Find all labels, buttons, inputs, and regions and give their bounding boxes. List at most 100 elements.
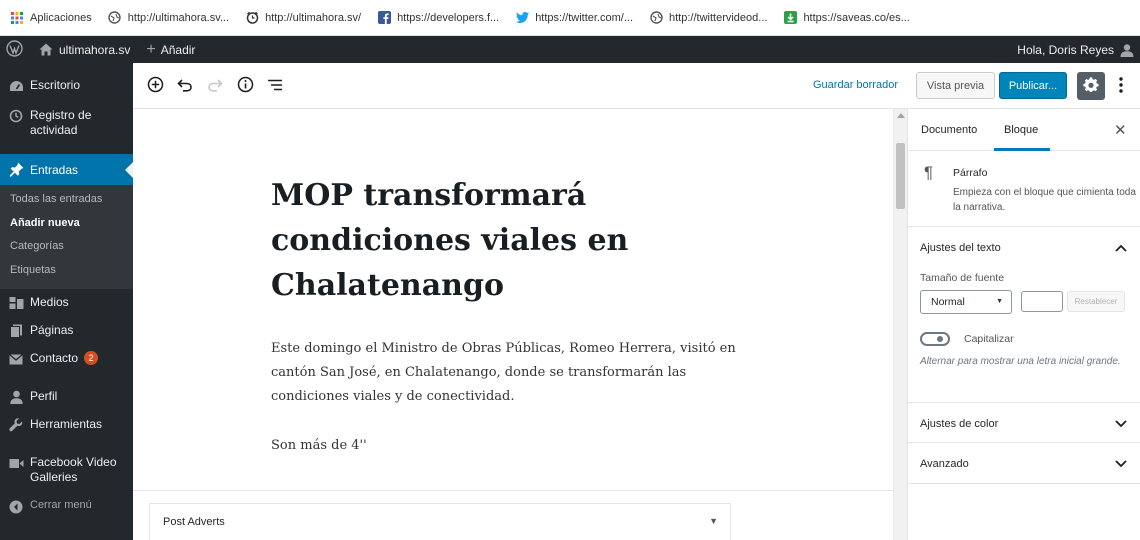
tab-bloque[interactable]: Bloque <box>1004 124 1038 136</box>
scroll-up-arrow-icon[interactable] <box>897 113 905 118</box>
block-description: Empieza con el bloque que cimienta toda … <box>953 187 1136 213</box>
bookmark-saveas[interactable]: https://saveas.co/es... <box>783 11 910 25</box>
chevron-up-icon[interactable] <box>1114 241 1128 255</box>
publish-button[interactable]: Publicar... <box>999 72 1067 99</box>
sidebar-item-label: Escritorio <box>30 78 81 92</box>
add-block-button[interactable] <box>145 76 165 96</box>
paragraph-block[interactable]: Son más de 4'' <box>271 434 761 458</box>
wordpress-logo-button[interactable] <box>0 36 31 63</box>
editor-toolbar: Guardar borrador Vista previa Publicar..… <box>133 63 1140 109</box>
sidebar-item-medios[interactable]: Medios <box>0 295 133 315</box>
bookmark-ultimahora-2[interactable]: http://ultimahora.sv/ <box>245 11 361 25</box>
sidebar-item-label: Contacto <box>30 351 79 365</box>
undo-button[interactable] <box>175 76 195 96</box>
paragraph-block[interactable]: Este domingo el Ministro de Obras Públic… <box>271 337 761 409</box>
scrollbar-thumb[interactable] <box>896 143 905 209</box>
pin-icon <box>8 162 24 178</box>
block-name: Párrafo <box>953 167 988 179</box>
sidebar-item-escritorio[interactable]: Escritorio <box>0 78 133 98</box>
block-card: ¶ Párrafo Empieza con el bloque que cimi… <box>908 151 1140 227</box>
avatar-icon <box>1120 43 1134 57</box>
select-arrow-icon: ▼ <box>996 298 1003 305</box>
settings-toggle-button[interactable] <box>1077 72 1105 100</box>
sidebar-item-paginas[interactable]: Páginas <box>0 323 133 343</box>
sidebar-item-label: Medios <box>30 295 69 309</box>
sidebar-item-registro[interactable]: Registro de actividad <box>0 108 133 140</box>
plus-circle-icon <box>147 76 164 96</box>
media-icon <box>8 295 24 311</box>
save-draft-button[interactable]: Guardar borrador <box>813 79 898 91</box>
bookmark-label: https://developers.f... <box>397 11 500 24</box>
unread-count-badge: 2 <box>84 351 99 365</box>
sidebar-item-label: Cerrar menú <box>30 499 92 511</box>
submenu-item-todas[interactable]: Todas las entradas <box>10 193 102 205</box>
bookmark-label: http://ultimahora.sv/ <box>265 11 362 24</box>
drop-cap-toggle[interactable] <box>920 332 950 346</box>
sidebar-item-label: Herramientas <box>30 417 103 431</box>
home-icon <box>39 43 53 56</box>
list-view-icon <box>267 79 283 94</box>
more-menu-button[interactable] <box>1113 75 1129 97</box>
advanced-panel[interactable]: Avanzado <box>908 443 1140 484</box>
submenu-item-etiquetas[interactable]: Etiquetas <box>10 264 56 276</box>
sidebar-item-contacto[interactable]: Contacto 2 <box>0 351 133 371</box>
history-icon <box>8 108 24 124</box>
custom-font-size-input[interactable] <box>1021 291 1063 312</box>
add-new-link[interactable]: + Añadir <box>138 36 203 63</box>
content-scrollbar[interactable] <box>893 109 907 540</box>
entradas-submenu: Todas las entradas Añadir nueva Categorí… <box>0 185 133 289</box>
admin-sidebar: Escritorio Registro de actividad Entrada… <box>0 63 133 540</box>
globe-icon <box>649 11 663 25</box>
video-icon <box>8 455 24 471</box>
bookmark-apps[interactable]: Aplicaciones <box>10 11 92 25</box>
post-adverts-metabox[interactable]: Post Adverts ▼ <box>149 503 731 540</box>
content-info-button[interactable] <box>235 76 255 96</box>
preview-button[interactable]: Vista previa <box>916 72 995 99</box>
block-navigation-button[interactable] <box>265 76 285 96</box>
sidebar-item-entradas[interactable]: Entradas <box>0 154 133 185</box>
sidebar-item-perfil[interactable]: Perfil <box>0 389 133 409</box>
font-size-value: Normal <box>931 296 965 308</box>
collapse-menu-button[interactable]: Cerrar menú <box>0 499 133 519</box>
more-vertical-icon <box>1119 76 1123 96</box>
mail-icon <box>8 351 24 367</box>
sidebar-item-label: Perfil <box>30 389 58 403</box>
facebook-icon <box>377 11 391 25</box>
bookmark-ultimahora-1[interactable]: http://ultimahora.sv... <box>108 11 229 25</box>
account-menu[interactable]: Hola, Doris Reyes <box>1009 36 1140 63</box>
metabox-title: Post Adverts <box>163 516 225 528</box>
meta-boxes-area: Post Adverts ▼ <box>133 490 893 540</box>
bookmark-label: Aplicaciones <box>30 11 92 24</box>
bookmark-label: http://twittervideod... <box>669 11 768 24</box>
redo-icon <box>207 78 223 95</box>
panel-title-text-settings[interactable]: Ajustes del texto <box>920 242 1001 254</box>
close-icon[interactable]: ✕ <box>1114 121 1127 139</box>
bookmark-developers-facebook[interactable]: https://developers.f... <box>377 11 499 25</box>
add-new-label: Añadir <box>160 42 196 57</box>
sidebar-item-herramientas[interactable]: Herramientas <box>0 417 133 437</box>
bookmarks-bar: Aplicaciones http://ultimahora.sv... htt… <box>0 0 1140 36</box>
text-settings-panel: Ajustes del texto <box>908 227 1140 403</box>
submenu-item-categorias[interactable]: Categorías <box>10 240 64 252</box>
redo-button[interactable] <box>205 76 225 96</box>
pages-icon <box>8 323 24 339</box>
drop-cap-label: Capitalizar <box>964 333 1014 345</box>
bookmark-twittervideo[interactable]: http://twittervideod... <box>649 11 767 25</box>
color-settings-panel[interactable]: Ajustes de color <box>908 403 1140 443</box>
chevron-down-icon <box>1114 457 1128 471</box>
settings-tabs: Documento Bloque ✕ <box>908 109 1140 151</box>
sidebar-item-label: Facebook Video Galleries <box>30 455 117 484</box>
post-title[interactable]: MOP transformará condiciones viales en C… <box>271 173 701 308</box>
submenu-item-anadir-nueva[interactable]: Añadir nueva <box>10 217 80 229</box>
sidebar-item-label: Registro de actividad <box>30 108 92 137</box>
site-name-link[interactable]: ultimahora.sv <box>31 36 138 63</box>
wrench-icon <box>8 417 24 433</box>
collapse-icon <box>8 499 24 515</box>
toggle-knob <box>937 336 943 342</box>
admin-bar: ultimahora.sv + Añadir Hola, Doris Reyes <box>0 36 1140 63</box>
reset-button[interactable]: Restablecer <box>1067 291 1125 312</box>
bookmark-twitter[interactable]: https://twitter.com/... <box>515 11 633 25</box>
sidebar-item-facebook-video[interactable]: Facebook Video Galleries <box>0 455 133 487</box>
tab-documento[interactable]: Documento <box>921 124 977 136</box>
font-size-select[interactable]: Normal ▼ <box>920 290 1012 314</box>
